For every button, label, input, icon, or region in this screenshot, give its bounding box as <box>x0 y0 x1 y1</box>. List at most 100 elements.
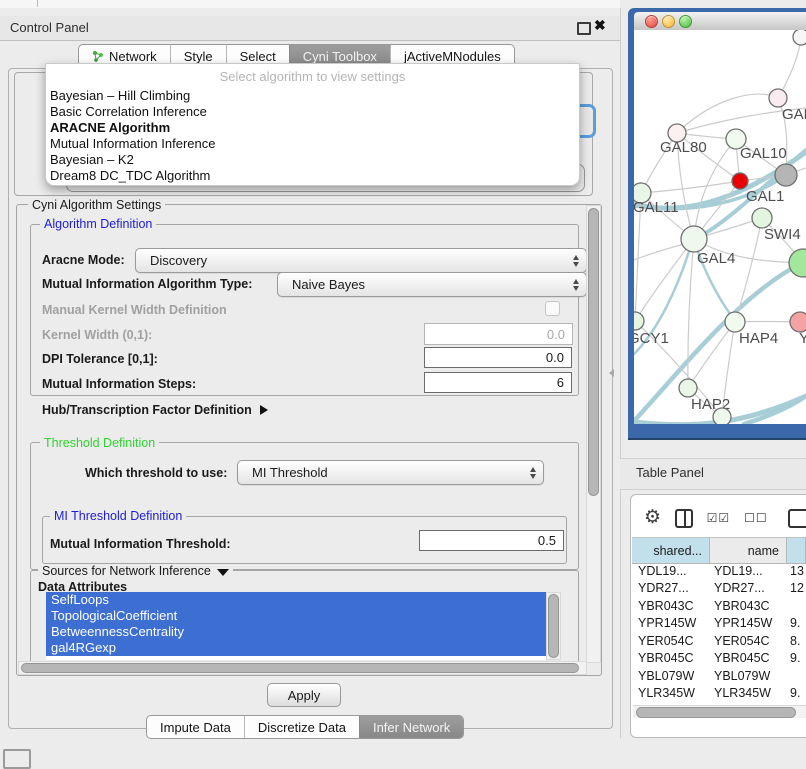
tab-label: Impute Data <box>160 720 231 735</box>
algorithm-option-bayesian-hill-climbing[interactable]: Bayesian – Hill Climbing <box>46 88 579 104</box>
hub-section-toggle[interactable]: Hub/Transcription Factor Definition <box>42 403 268 417</box>
dpi-tolerance-label: DPI Tolerance [0,1]: <box>42 352 158 366</box>
sources-toggle[interactable]: Sources for Network Inference <box>38 564 233 578</box>
node-label: GAL1 <box>746 188 784 205</box>
mi-threshold-title: MI Threshold Definition <box>50 509 186 523</box>
manual-kernel-label: Manual Kernel Width Definition <box>42 303 227 317</box>
node-label: GAL11 <box>634 199 679 216</box>
network-node-gcy1[interactable] <box>634 312 644 330</box>
node-label: HAP4 <box>739 330 778 347</box>
mi-type-combo[interactable]: Naive Bayes <box>277 272 587 297</box>
tab-label: jActiveMNodules <box>404 49 501 64</box>
network-node[interactable] <box>789 249 806 277</box>
checked-pair-icon[interactable]: ☑☑ <box>707 511 731 525</box>
network-window-titlebar[interactable] <box>634 12 806 31</box>
network-node[interactable] <box>713 408 731 424</box>
network-node-hap2[interactable] <box>679 379 697 397</box>
gear-icon[interactable]: ⚙ <box>644 509 661 527</box>
cell: 9. <box>787 686 806 700</box>
network-node-gal[interactable] <box>769 89 787 107</box>
algorithm-option-aracne-algorithm[interactable]: ARACNE Algorithm <box>46 120 579 136</box>
cell: YBR045C <box>710 651 787 665</box>
partial-table-icon[interactable] <box>788 509 806 528</box>
control-panel-titlebar <box>0 16 620 41</box>
kernel-width-field[interactable]: 0.0 <box>424 323 573 345</box>
network-node[interactable] <box>775 164 797 186</box>
float-window-icon[interactable] <box>577 22 591 35</box>
apply-button[interactable]: Apply <box>267 683 341 707</box>
network-node-swi4[interactable] <box>752 208 772 228</box>
data-attribute-selfloops[interactable]: SelfLoops <box>46 592 546 608</box>
table-row[interactable]: YBR043CYBR043C <box>632 597 806 615</box>
mi-threshold-label: Mutual Information Threshold: <box>50 537 231 551</box>
settings-vscrollbar-thumb[interactable] <box>588 208 599 496</box>
tab-discretize-data[interactable]: Discretize Data <box>244 716 359 738</box>
cell: YBR043C <box>710 599 787 613</box>
cell: 9. <box>787 651 806 665</box>
which-threshold-value: MI Threshold <box>252 465 328 480</box>
algorithm-option-mutual-information-inference[interactable]: Mutual Information Inference <box>46 136 579 152</box>
which-threshold-combo[interactable]: MI Threshold <box>237 460 544 485</box>
tab-infer-network[interactable]: Infer Network <box>359 716 463 738</box>
aracne-mode-combo[interactable]: Discovery <box>135 248 587 273</box>
tab-label: Cyni Toolbox <box>303 49 377 64</box>
table-row[interactable]: YER054CYER054C8. <box>632 632 806 650</box>
table-row[interactable]: YPR145WYPR145W9. <box>632 615 806 633</box>
zoom-traffic-light[interactable] <box>679 15 692 28</box>
data-attributes-list[interactable]: SelfLoopsTopologicalCoefficientBetweenne… <box>46 592 546 660</box>
node-label: GAL4 <box>697 250 735 267</box>
tab-impute-data[interactable]: Impute Data <box>147 716 244 738</box>
tab-label: Discretize Data <box>258 720 346 735</box>
settings-group-title: Cyni Algorithm Settings <box>28 198 165 212</box>
close-icon[interactable]: ✖ <box>594 17 606 34</box>
unchecked-pair-icon[interactable]: ☐☐ <box>744 511 768 525</box>
column-header-shared[interactable]: shared... <box>632 538 710 563</box>
network-edge[interactable] <box>688 239 694 388</box>
node-label: GCY1 <box>634 330 669 347</box>
network-node-hap4[interactable] <box>725 312 745 332</box>
mi-threshold-field[interactable]: 0.5 <box>419 530 564 551</box>
table-row[interactable]: YLR345WYLR345W9. <box>632 685 806 703</box>
mi-steps-label: Mutual Information Steps: <box>42 377 196 391</box>
node-label: SWI4 <box>764 226 801 243</box>
list-scrollbar-thumb[interactable] <box>548 594 559 658</box>
aracne-mode-value: Discovery <box>150 253 207 268</box>
cell: YDR27... <box>632 581 710 595</box>
table-hscrollbar-thumb[interactable] <box>636 707 796 718</box>
mi-steps-field[interactable]: 6 <box>424 372 572 393</box>
network-edge[interactable] <box>641 181 740 193</box>
settings-hscrollbar-thumb[interactable] <box>21 663 579 673</box>
network-node-gal1[interactable] <box>732 173 748 189</box>
minimize-traffic-light[interactable] <box>662 15 675 28</box>
split-columns-icon[interactable] <box>675 509 693 528</box>
algorithm-dropdown[interactable]: Select algorithm to view settings Bayesi… <box>45 63 580 186</box>
table-row[interactable]: YDL19...YDL19...13 <box>632 562 806 580</box>
tab-label: Infer Network <box>373 720 450 735</box>
network-node[interactable] <box>793 30 806 45</box>
algorithm-option-bayesian-k2[interactable]: Bayesian – K2 <box>46 152 579 168</box>
table-panel-title: Table Panel <box>636 465 704 480</box>
column-header-partial[interactable] <box>787 538 806 563</box>
table-row[interactable]: YBL079WYBL079W <box>632 667 806 685</box>
network-canvas[interactable]: GALGAL80GAL10GAL1GAL11SWI4GAL4GCY1HAP4YH… <box>634 30 806 424</box>
node-label: GAL <box>782 106 806 123</box>
dpi-tolerance-field[interactable]: 0.0 <box>424 347 572 368</box>
data-attribute-betweennesscentrality[interactable]: BetweennessCentrality <box>46 624 546 640</box>
data-attribute-gal4rgexp[interactable]: gal4RGexp <box>46 640 546 656</box>
network-node-y[interactable] <box>790 312 806 332</box>
manual-kernel-checkbox[interactable] <box>545 301 560 316</box>
bottom-left-partial-button[interactable] <box>3 749 31 769</box>
close-traffic-light[interactable] <box>645 15 658 28</box>
stepper-icon <box>573 255 579 267</box>
splitpane-handle-icon[interactable] <box>609 369 614 377</box>
algorithm-option-dream8-dc-tdc-algorithm[interactable]: Dream8 DC_TDC Algorithm <box>46 168 579 184</box>
column-header-name[interactable]: name <box>710 538 787 563</box>
node-label: Y <box>799 330 806 347</box>
algorithm-option-basic-correlation-inference[interactable]: Basic Correlation Inference <box>46 104 579 120</box>
network-node-gal4[interactable] <box>681 226 707 252</box>
table-row[interactable]: YDR27...YDR27...12 <box>632 580 806 598</box>
toolbar-divider <box>37 0 38 7</box>
table-row[interactable]: YBR045CYBR045C9. <box>632 650 806 668</box>
cell: 12 <box>787 581 806 595</box>
data-attribute-topologicalcoefficient[interactable]: TopologicalCoefficient <box>46 608 546 624</box>
